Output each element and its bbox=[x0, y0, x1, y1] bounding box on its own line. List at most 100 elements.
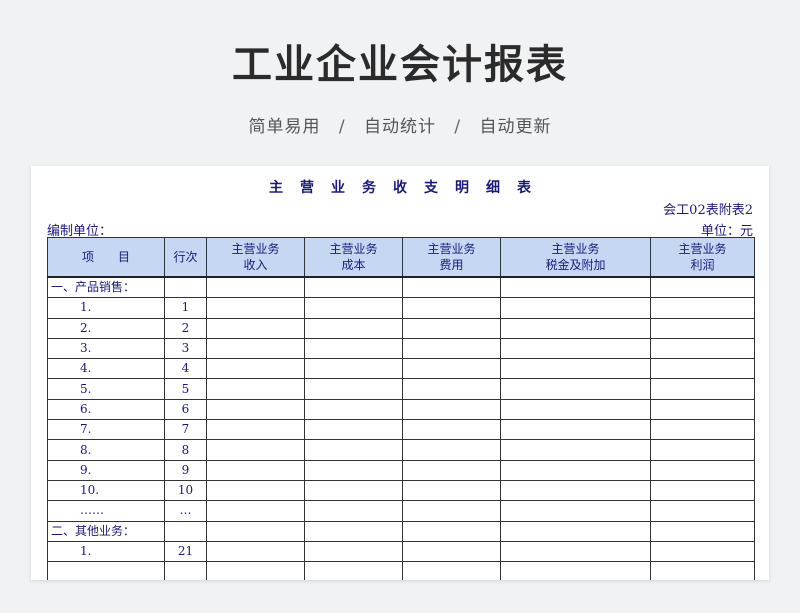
value-cell[interactable] bbox=[500, 317, 651, 339]
row-item-cell[interactable]: 7. bbox=[47, 419, 165, 441]
row-number-cell[interactable]: 8 bbox=[164, 439, 207, 461]
value-cell[interactable] bbox=[500, 479, 651, 502]
value-cell[interactable] bbox=[500, 439, 651, 461]
value-cell[interactable] bbox=[206, 561, 305, 580]
value-cell[interactable] bbox=[650, 317, 755, 339]
value-cell[interactable] bbox=[650, 398, 755, 421]
value-cell[interactable] bbox=[206, 479, 305, 502]
value-cell[interactable] bbox=[500, 419, 651, 441]
value-cell[interactable] bbox=[304, 378, 403, 400]
row-item-cell[interactable]: 8. bbox=[47, 439, 165, 461]
value-cell[interactable] bbox=[500, 358, 651, 380]
row-item-cell[interactable]: 6. bbox=[47, 398, 165, 421]
value-cell[interactable] bbox=[402, 419, 501, 441]
value-cell[interactable] bbox=[304, 276, 403, 299]
value-cell[interactable] bbox=[650, 297, 755, 319]
row-number-cell[interactable] bbox=[164, 561, 207, 580]
value-cell[interactable] bbox=[500, 398, 651, 421]
value-cell[interactable] bbox=[650, 540, 755, 563]
row-number-cell[interactable]: 1 bbox=[164, 297, 207, 319]
row-item-cell[interactable] bbox=[47, 561, 165, 580]
value-cell[interactable] bbox=[206, 337, 305, 360]
value-cell[interactable] bbox=[206, 520, 305, 542]
value-cell[interactable] bbox=[650, 419, 755, 441]
value-cell[interactable] bbox=[650, 337, 755, 360]
value-cell[interactable] bbox=[206, 398, 305, 421]
row-number-cell[interactable]: 5 bbox=[164, 378, 207, 400]
value-cell[interactable] bbox=[304, 317, 403, 339]
value-cell[interactable] bbox=[206, 276, 305, 299]
value-cell[interactable] bbox=[402, 378, 501, 400]
row-number-cell[interactable]: 9 bbox=[164, 459, 207, 481]
value-cell[interactable] bbox=[402, 358, 501, 380]
row-item-cell[interactable]: …… bbox=[47, 500, 165, 522]
value-cell[interactable] bbox=[402, 337, 501, 360]
value-cell[interactable] bbox=[206, 378, 305, 400]
value-cell[interactable] bbox=[650, 276, 755, 299]
value-cell[interactable] bbox=[206, 540, 305, 563]
row-number-cell[interactable]: 2 bbox=[164, 317, 207, 339]
value-cell[interactable] bbox=[304, 337, 403, 360]
row-item-cell[interactable]: 10. bbox=[47, 479, 165, 502]
value-cell[interactable] bbox=[206, 500, 305, 522]
row-number-cell[interactable] bbox=[164, 520, 207, 542]
value-cell[interactable] bbox=[206, 419, 305, 441]
value-cell[interactable] bbox=[500, 540, 651, 563]
value-cell[interactable] bbox=[304, 561, 403, 580]
value-cell[interactable] bbox=[402, 276, 501, 299]
value-cell[interactable] bbox=[402, 540, 501, 563]
row-number-cell[interactable]: … bbox=[164, 500, 207, 522]
value-cell[interactable] bbox=[650, 479, 755, 502]
row-item-cell[interactable]: 二、其他业务： bbox=[47, 520, 165, 542]
value-cell[interactable] bbox=[650, 520, 755, 542]
value-cell[interactable] bbox=[304, 500, 403, 522]
value-cell[interactable] bbox=[650, 378, 755, 400]
value-cell[interactable] bbox=[650, 459, 755, 481]
value-cell[interactable] bbox=[650, 561, 755, 580]
value-cell[interactable] bbox=[304, 439, 403, 461]
row-number-cell[interactable]: 21 bbox=[164, 540, 207, 563]
row-item-cell[interactable]: 1. bbox=[47, 297, 165, 319]
value-cell[interactable] bbox=[402, 459, 501, 481]
row-item-cell[interactable]: 3. bbox=[47, 337, 165, 360]
row-item-cell[interactable]: 一、产品销售： bbox=[47, 276, 165, 299]
value-cell[interactable] bbox=[402, 439, 501, 461]
value-cell[interactable] bbox=[304, 459, 403, 481]
value-cell[interactable] bbox=[500, 337, 651, 360]
value-cell[interactable] bbox=[500, 276, 651, 299]
value-cell[interactable] bbox=[500, 459, 651, 481]
value-cell[interactable] bbox=[304, 398, 403, 421]
value-cell[interactable] bbox=[402, 398, 501, 421]
value-cell[interactable] bbox=[650, 439, 755, 461]
value-cell[interactable] bbox=[206, 459, 305, 481]
row-number-cell[interactable]: 7 bbox=[164, 419, 207, 441]
row-number-cell[interactable]: 6 bbox=[164, 398, 207, 421]
value-cell[interactable] bbox=[206, 297, 305, 319]
value-cell[interactable] bbox=[206, 358, 305, 380]
value-cell[interactable] bbox=[402, 520, 501, 542]
value-cell[interactable] bbox=[650, 500, 755, 522]
row-item-cell[interactable]: 2. bbox=[47, 317, 165, 339]
value-cell[interactable] bbox=[304, 540, 403, 563]
row-item-cell[interactable]: 9. bbox=[47, 459, 165, 481]
row-number-cell[interactable]: 3 bbox=[164, 337, 207, 360]
row-number-cell[interactable] bbox=[164, 276, 207, 299]
value-cell[interactable] bbox=[402, 317, 501, 339]
value-cell[interactable] bbox=[206, 439, 305, 461]
value-cell[interactable] bbox=[402, 561, 501, 580]
value-cell[interactable] bbox=[304, 479, 403, 502]
value-cell[interactable] bbox=[500, 378, 651, 400]
value-cell[interactable] bbox=[650, 358, 755, 380]
value-cell[interactable] bbox=[206, 317, 305, 339]
value-cell[interactable] bbox=[402, 479, 501, 502]
row-number-cell[interactable]: 10 bbox=[164, 479, 207, 502]
row-item-cell[interactable]: 1. bbox=[47, 540, 165, 563]
row-number-cell[interactable]: 4 bbox=[164, 358, 207, 380]
value-cell[interactable] bbox=[500, 561, 651, 580]
value-cell[interactable] bbox=[500, 297, 651, 319]
value-cell[interactable] bbox=[304, 297, 403, 319]
value-cell[interactable] bbox=[500, 520, 651, 542]
value-cell[interactable] bbox=[304, 419, 403, 441]
row-item-cell[interactable]: 5. bbox=[47, 378, 165, 400]
value-cell[interactable] bbox=[500, 500, 651, 522]
